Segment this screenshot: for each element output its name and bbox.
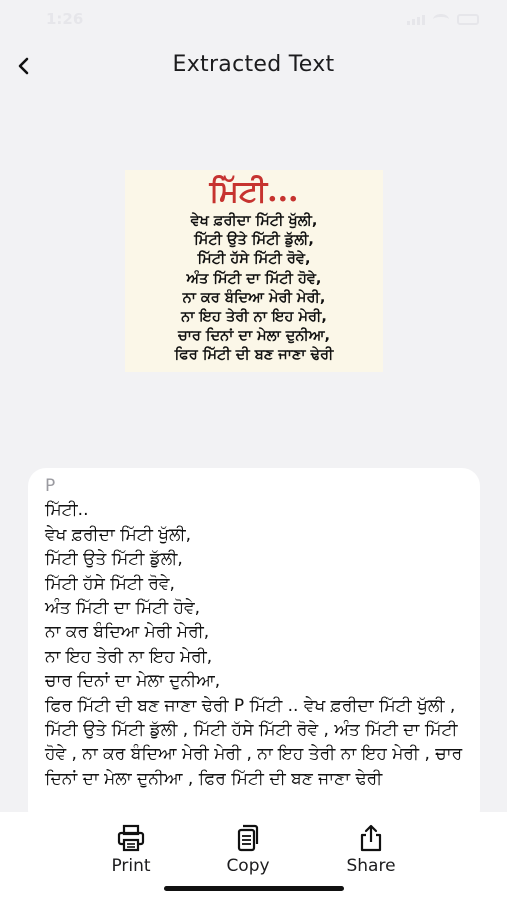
image-poem-line: ਅੰਤ ਮਿੱਟੀ ਦਾ ਮਿੱਟੀ ਹੋਵੇ, — [186, 270, 322, 287]
image-poem-line: ਮਿੱਟੀ ਹੱਸੇ ਮਿੱਟੀ ਰੋਵੇ, — [197, 251, 311, 268]
source-image: ਮਿੱਟੀ... ਵੇਖ ਫ਼ਰੀਦਾ ਮਿੱਟੀ ਖੁੱਲੀ, ਮਿੱਟੀ ਉ… — [125, 170, 383, 372]
image-poem-line: ਮਿੱਟੀ ਉਤੇ ਮਿੱਟੀ ਡੁੱਲੀ, — [194, 232, 314, 249]
image-poem-lines: ਵੇਖ ਫ਼ਰੀਦਾ ਮਿੱਟੀ ਖੁੱਲੀ, ਮਿੱਟੀ ਉਤੇ ਮਿੱਟੀ … — [125, 212, 383, 366]
print-label: Print — [111, 856, 151, 876]
status-bar: 1:26 — [0, 0, 507, 40]
top-bar: Extracted Text — [0, 40, 507, 92]
extracted-text[interactable]: P ਮਿੱਟੀ.. ਵੇਖ ਫ਼ਰੀਦਾ ਮਿੱਟੀ ਖੁੱਲੀ, ਮਿੱਟੀ … — [45, 474, 470, 791]
image-poem-line: ਚਾਰ ਦਿਨਾਂ ਦਾ ਮੇਲਾ ਦੁਨੀਆ, — [177, 328, 331, 345]
extracted-text-card[interactable]: P ਮਿੱਟੀ.. ਵੇਖ ਫ਼ਰੀਦਾ ਮਿੱਟੀ ਖੁੱਲੀ, ਮਿੱਟੀ … — [28, 468, 480, 828]
printer-icon — [117, 824, 145, 852]
extracted-text-body: ਮਿੱਟੀ.. ਵੇਖ ਫ਼ਰੀਦਾ ਮਿੱਟੀ ਖੁੱਲੀ, ਮਿੱਟੀ ਉਤ… — [45, 500, 463, 789]
wifi-icon — [433, 14, 449, 25]
image-poem-title: ਮਿੱਟੀ... — [209, 174, 299, 209]
status-time: 1:26 — [46, 10, 84, 28]
paragraph-marker: P — [45, 476, 56, 496]
page-title: Extracted Text — [172, 52, 335, 77]
print-button[interactable]: Print — [86, 824, 176, 876]
image-poem-line: ਨਾ ਇਹ ਤੇਰੀ ਨਾ ਇਹ ਮੇਰੀ, — [181, 309, 327, 326]
image-poem-line: ਨਾ ਕਰ ਬੰਦਿਆ ਮੇਰੀ ਮੇਰੀ, — [182, 289, 326, 306]
battery-icon — [457, 14, 479, 25]
home-indicator — [164, 886, 344, 891]
image-poem-line: ਫਿਰ ਮਿੱਟੀ ਦੀ ਬਣ ਜਾਣਾ ਢੇਰੀ — [174, 347, 334, 364]
status-icons — [407, 14, 479, 25]
signal-icon — [407, 15, 425, 25]
copy-icon — [237, 824, 259, 852]
share-icon — [360, 824, 382, 852]
copy-button[interactable]: Copy — [203, 824, 293, 876]
share-button[interactable]: Share — [326, 824, 416, 876]
share-label: Share — [346, 856, 396, 876]
image-poem-line: ਵੇਖ ਫ਼ਰੀਦਾ ਮਿੱਟੀ ਖੁੱਲੀ, — [190, 213, 318, 229]
copy-label: Copy — [226, 856, 270, 876]
